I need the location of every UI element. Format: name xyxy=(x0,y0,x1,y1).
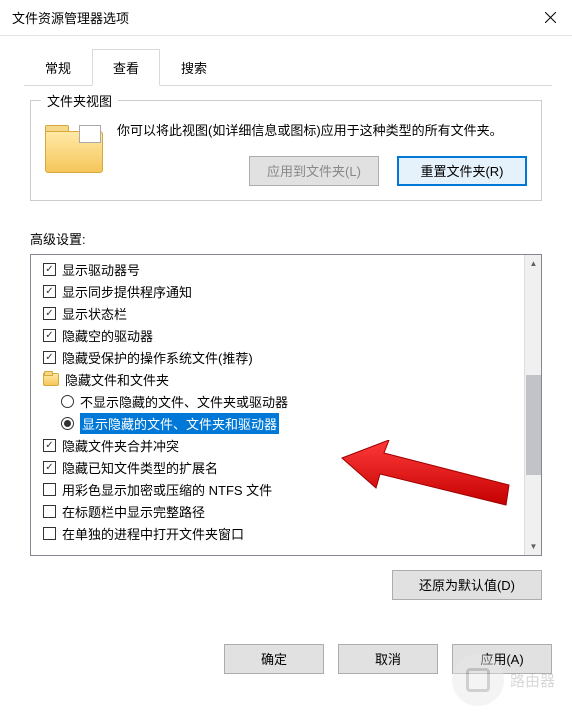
tree-item-label: 隐藏受保护的操作系统文件(推荐) xyxy=(62,348,253,367)
apply-button[interactable]: 应用(A) xyxy=(452,644,552,674)
close-icon[interactable] xyxy=(540,8,560,28)
advanced-settings-tree: ✓ 显示驱动器号 ✓ 显示同步提供程序通知 ✓ 显示状态栏 ✓ 隐藏空的驱动器 ✓ 隐藏受保护的操… xyxy=(30,254,542,556)
tree-item[interactable]: ✓ 显示状态栏 xyxy=(31,303,524,325)
tree-item-label: 不显示隐藏的文件、文件夹或驱动器 xyxy=(80,392,288,411)
tree-item[interactable]: ✓ 隐藏空的驱动器 xyxy=(31,325,524,347)
apply-to-folders-button[interactable]: 应用到文件夹(L) xyxy=(249,156,379,186)
folder-views-group: 文件夹视图 你可以将此视图(如详细信息或图标)应用于这种类型的所有文件夹。 应用… xyxy=(30,100,542,201)
scroll-down-icon[interactable]: ▼ xyxy=(525,538,542,555)
radio-icon[interactable] xyxy=(61,395,74,408)
tree-item[interactable]: 在单独的进程中打开文件夹窗口 xyxy=(31,523,524,545)
tree-item[interactable]: 不显示隐藏的文件、文件夹或驱动器 xyxy=(31,391,524,413)
tab-view[interactable]: 查看 xyxy=(92,49,160,86)
checkbox-icon[interactable] xyxy=(43,527,56,540)
tree-item-label: 显示状态栏 xyxy=(62,304,127,323)
cancel-button[interactable]: 取消 xyxy=(338,644,438,674)
checkbox-icon[interactable]: ✓ xyxy=(43,439,56,452)
tree-item-label: 隐藏文件和文件夹 xyxy=(65,370,169,389)
tree-item[interactable]: ✓ 隐藏已知文件类型的扩展名 xyxy=(31,457,524,479)
scroll-up-icon[interactable]: ▲ xyxy=(525,255,542,272)
tree-item[interactable]: ✓ 隐藏受保护的操作系统文件(推荐) xyxy=(31,347,524,369)
tab-bar: 常规 查看 搜索 xyxy=(24,48,552,86)
checkbox-icon[interactable]: ✓ xyxy=(43,307,56,320)
tree-item[interactable]: 显示隐藏的文件、文件夹和驱动器 xyxy=(31,413,524,435)
checkbox-icon[interactable]: ✓ xyxy=(43,285,56,298)
scrollbar[interactable]: ▲ ▼ xyxy=(524,255,541,555)
tree-item-label: 显示隐藏的文件、文件夹和驱动器 xyxy=(80,413,279,434)
radio-icon[interactable] xyxy=(61,417,74,430)
tree-item[interactable]: 隐藏文件和文件夹 xyxy=(31,369,524,391)
titlebar: 文件资源管理器选项 xyxy=(0,0,572,36)
checkbox-icon[interactable] xyxy=(43,483,56,496)
tree-item[interactable]: 在标题栏中显示完整路径 xyxy=(31,501,524,523)
folder-icon xyxy=(45,121,103,173)
advanced-label: 高级设置: xyxy=(30,229,542,248)
group-description: 你可以将此视图(如详细信息或图标)应用于这种类型的所有文件夹。 xyxy=(117,121,527,142)
checkbox-icon[interactable]: ✓ xyxy=(43,461,56,474)
tree-item[interactable]: ✓ 显示驱动器号 xyxy=(31,259,524,281)
tree-item-label: 在标题栏中显示完整路径 xyxy=(62,502,205,521)
tree-item-label: 隐藏文件夹合并冲突 xyxy=(62,436,179,455)
tree-item[interactable]: ✓ 显示同步提供程序通知 xyxy=(31,281,524,303)
tree-item[interactable]: 用彩色显示加密或压缩的 NTFS 文件 xyxy=(31,479,524,501)
checkbox-icon[interactable]: ✓ xyxy=(43,329,56,342)
tab-search[interactable]: 搜索 xyxy=(160,49,228,86)
checkbox-icon[interactable]: ✓ xyxy=(43,351,56,364)
tree-item-label: 显示驱动器号 xyxy=(62,260,140,279)
tree-item-label: 隐藏已知文件类型的扩展名 xyxy=(62,458,218,477)
tree-item-label: 隐藏空的驱动器 xyxy=(62,326,153,345)
restore-defaults-button[interactable]: 还原为默认值(D) xyxy=(392,570,542,600)
checkbox-icon[interactable] xyxy=(43,505,56,518)
checkbox-icon[interactable]: ✓ xyxy=(43,263,56,276)
tree-item-label: 在单独的进程中打开文件夹窗口 xyxy=(62,524,244,543)
scroll-thumb[interactable] xyxy=(526,375,541,475)
tab-general[interactable]: 常规 xyxy=(24,49,92,86)
tree-item-label: 用彩色显示加密或压缩的 NTFS 文件 xyxy=(62,480,272,499)
tree-item[interactable]: ✓ 隐藏文件夹合并冲突 xyxy=(31,435,524,457)
window-title: 文件资源管理器选项 xyxy=(12,8,129,27)
folder-icon xyxy=(43,373,59,386)
tree-item-label: 显示同步提供程序通知 xyxy=(62,282,192,301)
ok-button[interactable]: 确定 xyxy=(224,644,324,674)
group-title: 文件夹视图 xyxy=(41,91,118,110)
dialog-footer: 确定 取消 应用(A) xyxy=(0,630,572,688)
reset-folders-button[interactable]: 重置文件夹(R) xyxy=(397,156,527,186)
